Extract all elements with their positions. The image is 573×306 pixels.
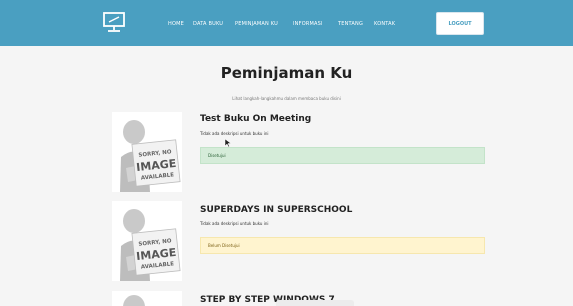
- page-title: Peminjaman Ku: [220, 64, 353, 82]
- nav-peminjaman-ku[interactable]: PEMINJAMAN KU: [235, 21, 278, 27]
- no-image-placeholder-icon: [123, 295, 145, 306]
- overlay-bar: [276, 300, 354, 306]
- status-badge: Belum Disetujui: [200, 237, 485, 254]
- monitor-icon[interactable]: [103, 12, 125, 32]
- page-subtitle: Lihat langkah-langkahmu dalam membaca bu…: [232, 96, 341, 101]
- navbar: HOME DATA BUKU PEMINJAMAN KU INFORMASI T…: [0, 0, 573, 46]
- book-cover-image: SORRY, NO IMAGE AVAILABLE: [112, 201, 182, 281]
- status-badge: Disetujui: [200, 147, 485, 164]
- book-cover-image: [112, 291, 182, 306]
- book-cover-image: SORRY, NO IMAGE AVAILABLE: [112, 112, 182, 192]
- book-description: Tidak ada deskripsi untuk buku ini: [200, 221, 269, 226]
- mouse-cursor-icon: [224, 138, 232, 148]
- nav-home[interactable]: HOME: [168, 21, 184, 27]
- nav-kontak[interactable]: KONTAK: [374, 21, 395, 27]
- no-image-placeholder-icon: SORRY, NO IMAGE AVAILABLE: [120, 209, 181, 281]
- book-title[interactable]: Test Buku On Meeting: [200, 114, 311, 124]
- nav-data-buku[interactable]: DATA BUKU: [193, 21, 223, 27]
- book-title[interactable]: SUPERDAYS IN SUPERSCHOOL: [200, 205, 352, 215]
- book-description: Tidak ada deskripsi untuk buku ini: [200, 131, 269, 136]
- no-image-placeholder-icon: SORRY, NO IMAGE AVAILABLE: [120, 120, 181, 192]
- nav-tentang[interactable]: TENTANG: [338, 21, 363, 27]
- logout-button[interactable]: LOGOUT: [436, 12, 484, 35]
- nav-informasi[interactable]: INFORMASI: [293, 21, 323, 27]
